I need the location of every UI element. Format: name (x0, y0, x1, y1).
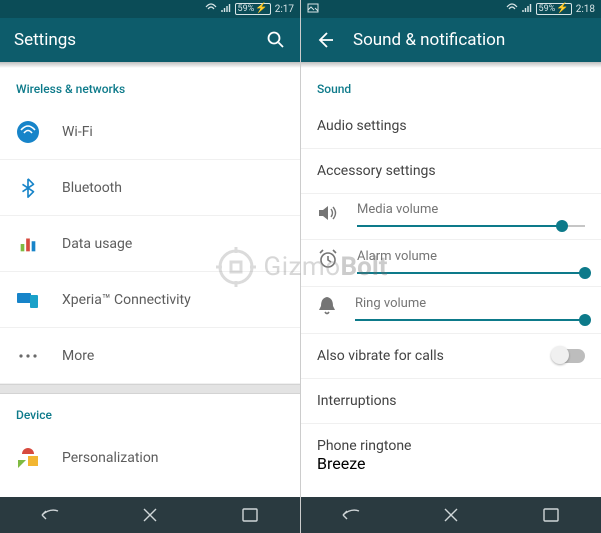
page-title: Settings (14, 30, 248, 50)
slider-track[interactable] (355, 319, 585, 321)
slider-alarm-volume[interactable]: Alarm volume (301, 240, 601, 287)
signal-icon (522, 3, 532, 16)
row-personalization[interactable]: Personalization (0, 430, 300, 486)
back-button[interactable] (30, 501, 70, 529)
more-icon (16, 344, 40, 368)
row-sublabel: Breeze (317, 454, 585, 473)
row-label: Accessory settings (317, 163, 585, 179)
slider-track[interactable] (357, 272, 585, 274)
navigation-bar (0, 497, 300, 533)
devices-icon (16, 288, 40, 312)
slider-label: Alarm volume (357, 249, 585, 264)
personalization-icon (16, 446, 40, 470)
section-sound: Sound (301, 68, 601, 104)
app-bar: Sound & notification (301, 18, 601, 62)
wifi-icon (16, 120, 40, 144)
slider-track[interactable] (357, 225, 585, 227)
back-icon[interactable] (315, 30, 335, 50)
status-bar: 59%⚡ 2:18 (301, 0, 601, 18)
screen-settings: 59%⚡ 2:17 Settings Wireless & networks W… (0, 0, 300, 533)
row-wifi[interactable]: Wi-Fi (0, 104, 300, 160)
toggle-switch[interactable] (553, 349, 585, 363)
row-label: Wi-Fi (62, 124, 93, 140)
row-accessory-settings[interactable]: Accessory settings (301, 149, 601, 194)
app-bar: Settings (0, 18, 300, 62)
row-label: Personalization (62, 450, 159, 466)
row-label: Bluetooth (62, 180, 122, 196)
row-xperia-connectivity[interactable]: Xperia™ Connectivity (0, 272, 300, 328)
wifi-icon (205, 3, 217, 16)
screenshot-icon (307, 3, 319, 16)
page-title: Sound & notification (353, 30, 587, 50)
home-button[interactable] (130, 501, 170, 529)
row-label: Audio settings (317, 118, 585, 134)
bell-icon (317, 295, 337, 321)
wifi-icon (506, 3, 518, 16)
recent-button[interactable] (531, 501, 571, 529)
signal-icon (221, 3, 231, 16)
section-divider (0, 384, 300, 394)
row-phone-ringtone[interactable]: Phone ringtone Breeze (301, 424, 601, 487)
screen-sound-notification: 59%⚡ 2:18 Sound & notification Sound Aud… (301, 0, 601, 533)
section-wireless: Wireless & networks (0, 68, 300, 104)
slider-label: Media volume (357, 202, 585, 217)
data-usage-icon (16, 232, 40, 256)
row-label: Data usage (62, 236, 132, 252)
recent-button[interactable] (230, 501, 270, 529)
clock: 2:17 (275, 4, 294, 15)
row-label: Phone ringtone (317, 438, 585, 454)
navigation-bar (301, 497, 601, 533)
bluetooth-icon (16, 176, 40, 200)
row-more[interactable]: More (0, 328, 300, 384)
slider-ring-volume[interactable]: Ring volume (301, 287, 601, 334)
row-label: Interruptions (317, 393, 585, 409)
row-label: Xperia™ Connectivity (62, 292, 191, 308)
row-data-usage[interactable]: Data usage (0, 216, 300, 272)
search-icon[interactable] (266, 30, 286, 50)
row-audio-settings[interactable]: Audio settings (301, 104, 601, 149)
settings-list: Wireless & networks Wi-Fi Bluetooth Data… (0, 68, 300, 497)
slider-media-volume[interactable]: Media volume (301, 194, 601, 240)
sound-settings-list: Sound Audio settings Accessory settings … (301, 68, 601, 497)
status-bar: 59%⚡ 2:17 (0, 0, 300, 18)
row-vibrate-calls[interactable]: Also vibrate for calls (301, 334, 601, 379)
back-button[interactable] (331, 501, 371, 529)
battery-indicator: 59%⚡ (536, 3, 572, 15)
row-bluetooth[interactable]: Bluetooth (0, 160, 300, 216)
battery-indicator: 59%⚡ (235, 3, 271, 15)
row-label: More (62, 348, 94, 364)
section-device: Device (0, 394, 300, 430)
media-volume-icon (317, 203, 339, 227)
slider-label: Ring volume (355, 296, 585, 311)
home-button[interactable] (431, 501, 471, 529)
row-label: Also vibrate for calls (317, 348, 553, 364)
row-interruptions[interactable]: Interruptions (301, 379, 601, 424)
alarm-icon (317, 248, 339, 274)
clock: 2:18 (576, 4, 595, 15)
